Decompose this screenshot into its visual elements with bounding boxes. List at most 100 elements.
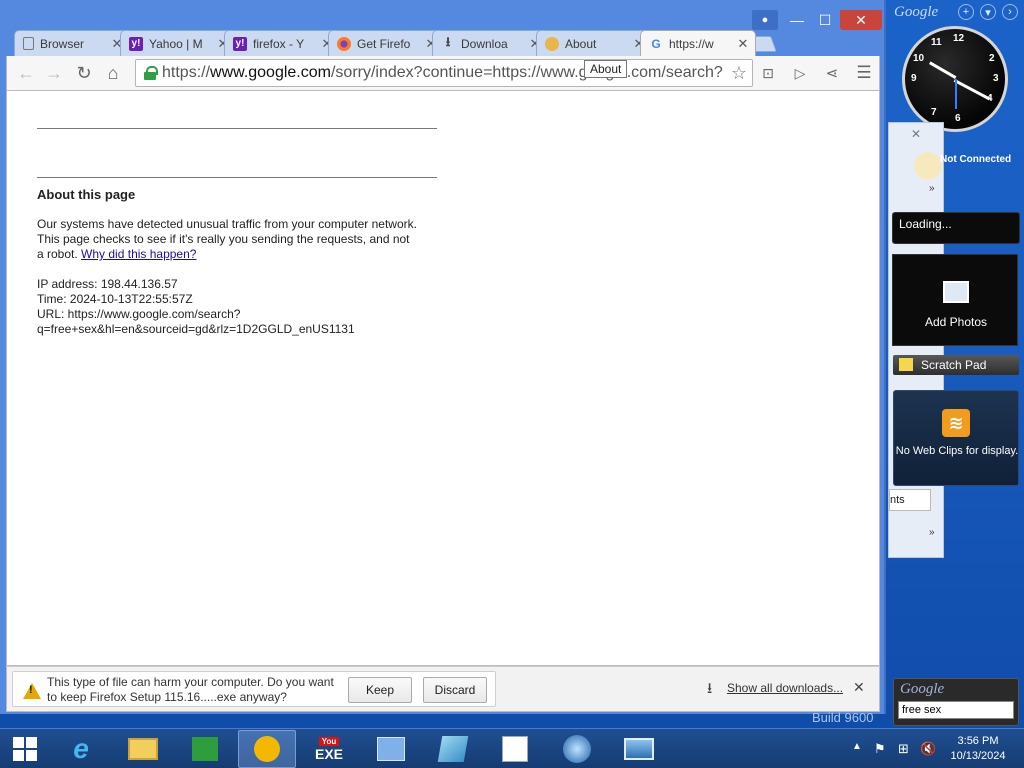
tab-google-sorry[interactable]: G https://w ✕ xyxy=(640,30,756,56)
url-scheme: https:// xyxy=(162,64,211,81)
youtube-exe-icon: You EXE xyxy=(314,736,343,762)
clock-numeral: 6 xyxy=(955,113,961,124)
start-button[interactable] xyxy=(0,730,50,768)
clock-numeral: 11 xyxy=(931,37,942,48)
expand-chevron-icon[interactable]: » xyxy=(929,183,935,194)
scratch-pad-gadget[interactable]: Scratch Pad xyxy=(893,355,1019,375)
user-profile-icon[interactable]: ● xyxy=(752,10,778,30)
close-download-bar-icon[interactable]: ✕ xyxy=(853,679,865,696)
gadget-sidebar-header: Google + ▾ › xyxy=(894,4,1022,22)
bookmark-star-icon[interactable]: ☆ xyxy=(728,62,750,84)
system-clock[interactable]: 3:56 PM 10/13/2024 xyxy=(938,734,1018,764)
address-bar[interactable]: https://www.google.com/sorry/index?conti… xyxy=(135,59,753,87)
discard-button[interactable]: Discard xyxy=(423,677,487,703)
yahoo-icon: y! xyxy=(233,36,247,51)
youtube-exe-taskbar[interactable]: You EXE xyxy=(300,730,358,768)
control-panel-taskbar[interactable] xyxy=(362,730,420,768)
ip-address: IP address: 198.44.136.57 xyxy=(37,277,178,291)
tab-tooltip: About xyxy=(584,60,628,78)
firefox-icon xyxy=(337,36,351,51)
app-taskbar[interactable] xyxy=(424,730,482,768)
download-bar: ! This type of file can harm your comput… xyxy=(6,666,880,712)
download-extension-icon[interactable]: ⊡ xyxy=(755,61,781,85)
store-taskbar[interactable] xyxy=(176,730,234,768)
google-logo: Google xyxy=(900,681,945,697)
chrome-canary-taskbar[interactable] xyxy=(238,730,296,768)
cursor-highlight xyxy=(914,152,942,180)
close-icon[interactable]: ✕ xyxy=(737,36,749,52)
tab-yahoo-firefox[interactable]: y! firefox - Y ✕ xyxy=(224,30,340,56)
clock-numeral: 3 xyxy=(993,73,999,84)
build-watermark: Build 9600 xyxy=(812,710,874,725)
tab-about[interactable]: About ✕ xyxy=(536,30,652,56)
maximize-button[interactable]: ☐ xyxy=(814,10,836,30)
expand-chevron-icon[interactable]: » xyxy=(929,527,935,538)
forward-button[interactable]: → xyxy=(41,61,67,85)
back-button[interactable]: ← xyxy=(13,61,39,85)
chrome-canary-icon xyxy=(254,736,280,762)
scratch-pad-label: Scratch Pad xyxy=(921,358,987,372)
tab-get-firefox[interactable]: Get Firefo ✕ xyxy=(328,30,444,56)
clock-time: 3:56 PM xyxy=(957,735,999,747)
windows-logo-icon xyxy=(13,737,37,761)
tray-expand-icon[interactable]: ▲ xyxy=(852,741,862,752)
close-icon[interactable]: ✕ xyxy=(911,127,921,141)
why-link[interactable]: Why did this happen? xyxy=(81,247,196,261)
photo-viewer-icon xyxy=(624,738,654,760)
internet-explorer-taskbar[interactable]: e xyxy=(52,730,110,768)
photo-icon xyxy=(943,281,969,303)
options-icon[interactable]: › xyxy=(1002,4,1018,20)
clock-date: 10/13/2024 xyxy=(950,750,1006,762)
tab-downloads[interactable]: ⭳ Downloa ✕ xyxy=(432,30,548,56)
chrome-window: Browser ✕ y! Yahoo | M ✕ y! firefox - Y … xyxy=(0,0,886,714)
url-path: /sorry/index?continue=https://www.google… xyxy=(330,64,723,81)
clock-numeral: 2 xyxy=(989,53,995,64)
globe-icon xyxy=(563,735,591,763)
home-button[interactable]: ⌂ xyxy=(100,61,126,85)
close-window-button[interactable]: ✕ xyxy=(840,10,882,30)
app-icon xyxy=(437,736,469,762)
file-explorer-taskbar[interactable] xyxy=(114,730,172,768)
youtube-exe-label: EXE xyxy=(314,745,343,762)
tab-title: Browser xyxy=(40,36,85,51)
download-icon: ⭳ xyxy=(445,33,451,49)
tab-browser[interactable]: Browser ✕ xyxy=(14,30,130,56)
url-host: www.google.com xyxy=(210,64,331,81)
divider xyxy=(37,177,437,178)
store-icon xyxy=(192,737,218,761)
tab-yahoo-mail[interactable]: y! Yahoo | M ✕ xyxy=(120,30,236,56)
play-icon[interactable]: ▷ xyxy=(787,61,813,85)
download-item: ! This type of file can harm your comput… xyxy=(12,671,496,707)
network-icon[interactable]: ⊞ xyxy=(898,741,909,757)
tab-strip: Browser ✕ y! Yahoo | M ✕ y! firefox - Y … xyxy=(0,0,886,56)
tab-title: Downloa xyxy=(461,36,508,51)
clock-numeral: 10 xyxy=(913,53,925,64)
folder-icon xyxy=(128,738,158,760)
action-center-flag-icon[interactable]: ⚑ xyxy=(874,741,886,757)
photos-gadget[interactable]: Add Photos xyxy=(892,254,1018,346)
partial-tab[interactable]: nts xyxy=(889,489,931,511)
tab-title: firefox - Y xyxy=(253,36,305,51)
keep-button[interactable]: Keep xyxy=(348,677,412,703)
menu-chevron-icon[interactable]: ▾ xyxy=(980,4,996,20)
volume-muted-icon[interactable]: 🔇 xyxy=(920,741,936,757)
clock-numeral: 9 xyxy=(911,73,917,84)
taskbar: e You EXE ▲ ⚑ ⊞ 🔇 3:56 PM 10/13/2024 xyxy=(0,728,1024,768)
show-all-downloads-link[interactable]: Show all downloads... xyxy=(707,678,843,703)
google-logo: Google xyxy=(894,4,939,20)
page-content: About this page Our systems have detecte… xyxy=(6,90,880,666)
lock-icon xyxy=(144,66,158,80)
photos-taskbar[interactable] xyxy=(610,730,668,768)
menu-icon[interactable]: ☰ xyxy=(851,61,877,85)
connection-status: Not Connected xyxy=(940,154,1012,165)
media-taskbar[interactable] xyxy=(548,730,606,768)
google-search-input[interactable] xyxy=(898,701,1014,719)
web-clips-gadget: ≋ No Web Clips for display. xyxy=(893,390,1019,486)
tab-title: Yahoo | M xyxy=(149,36,203,51)
web-clips-message: No Web Clips for display. xyxy=(895,445,1019,457)
notepad-taskbar[interactable] xyxy=(486,730,544,768)
reload-button[interactable]: ↻ xyxy=(71,61,97,85)
share-icon[interactable]: ⋖ xyxy=(819,61,845,85)
add-gadget-icon[interactable]: + xyxy=(958,4,974,20)
minimize-button[interactable]: — xyxy=(786,10,808,30)
